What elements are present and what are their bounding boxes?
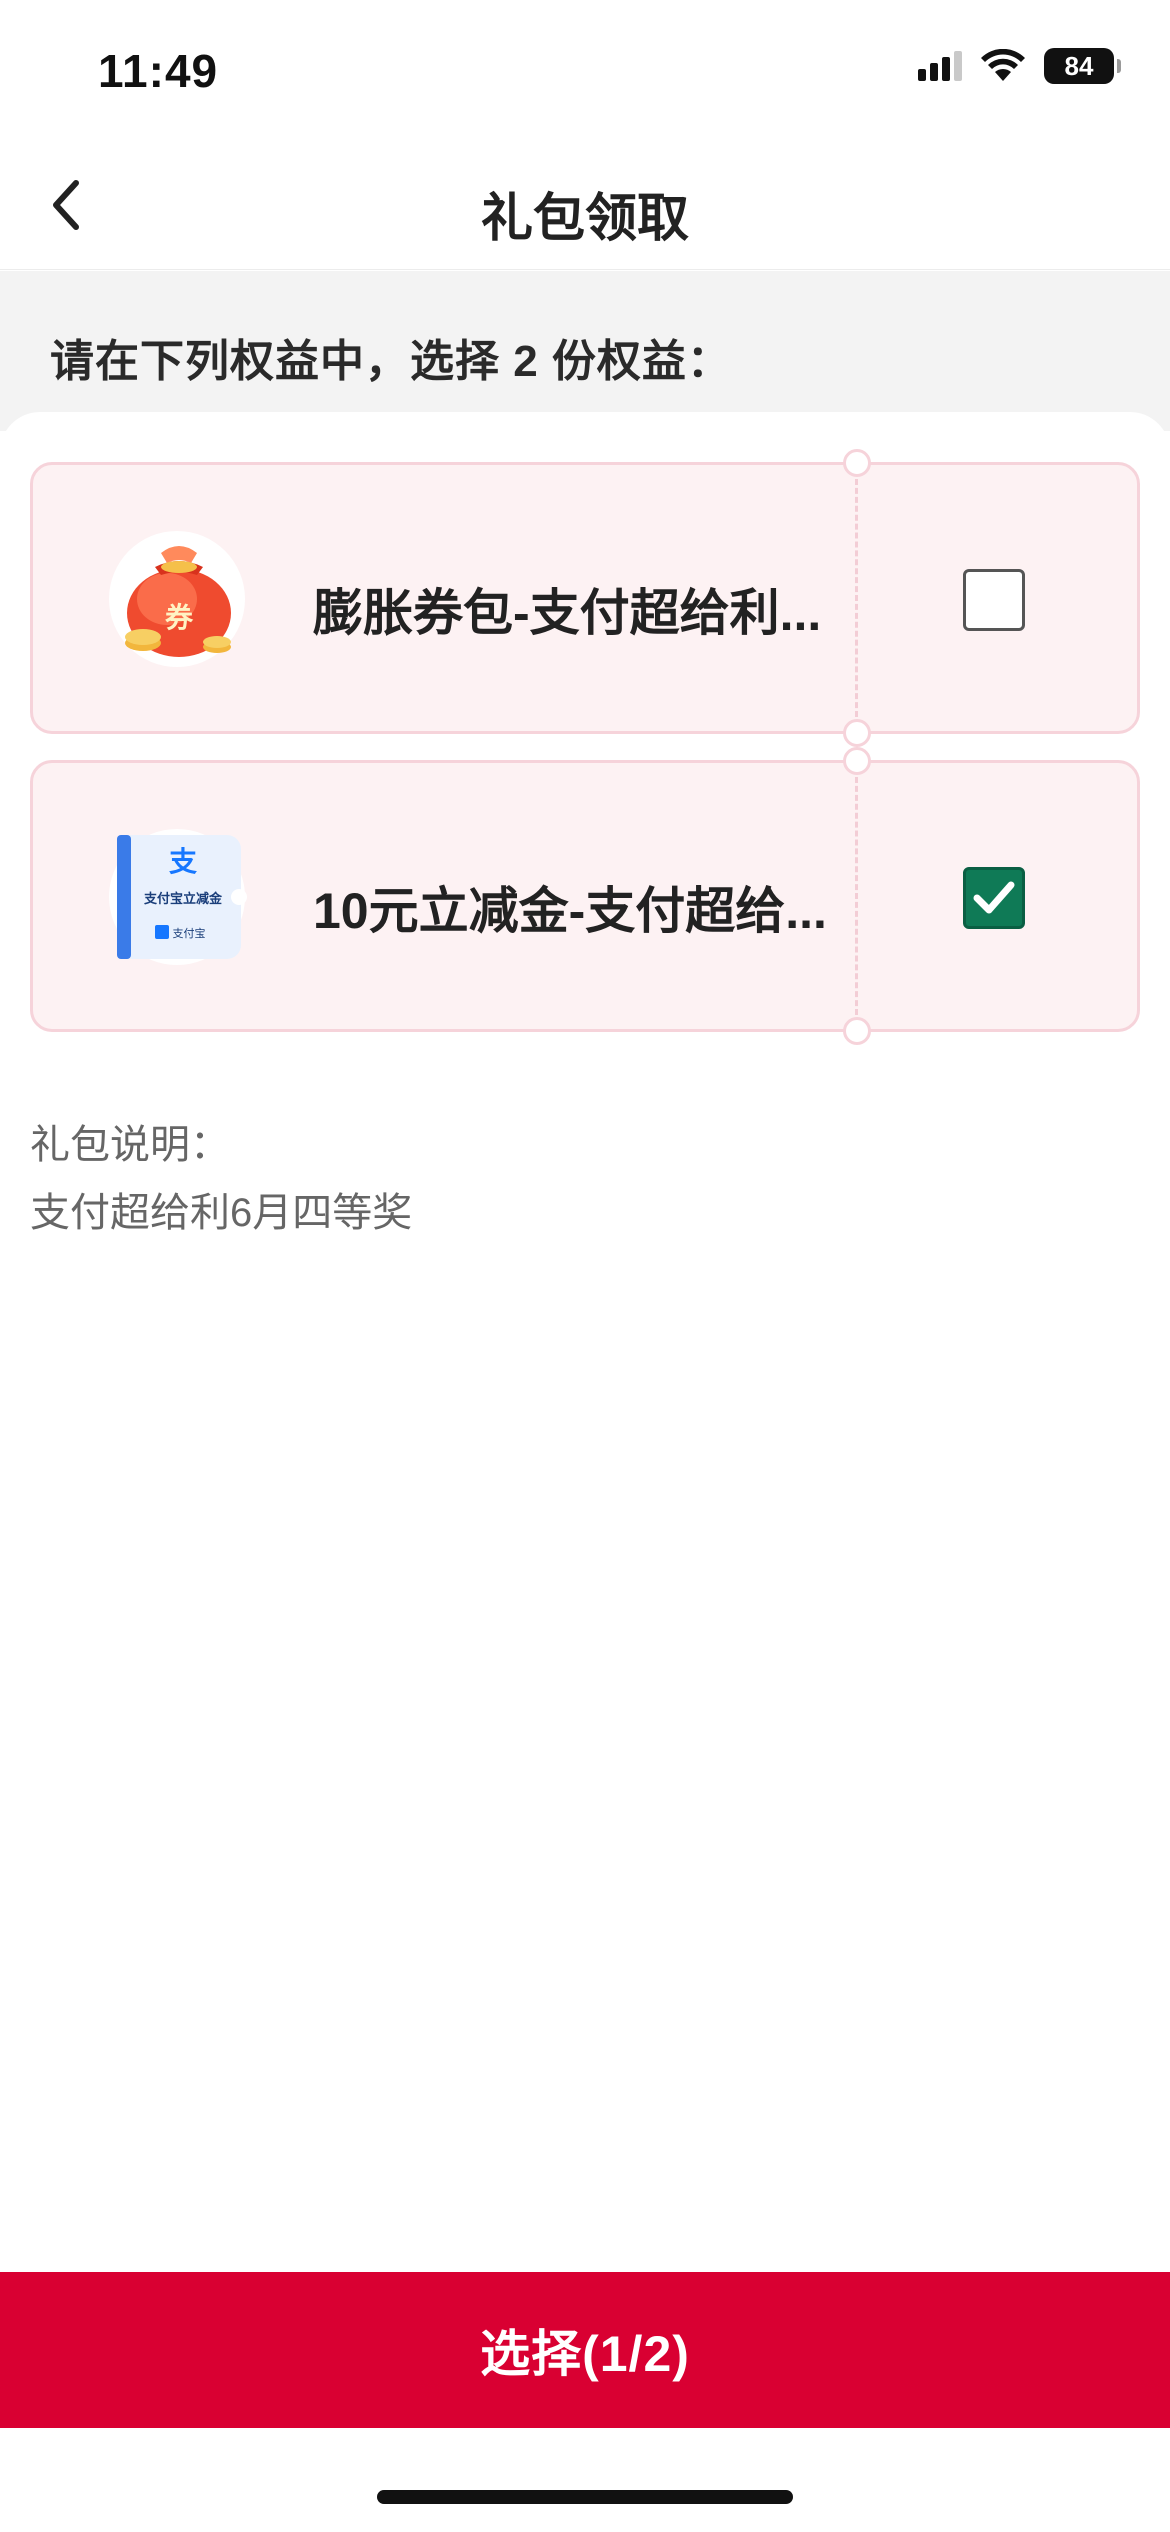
benefit-list: 券 膨胀券包-支付超给利... 支 支付宝立减金 支付宝 10元立减金-支付超给… [0, 412, 1170, 2272]
benefit-checkbox[interactable] [963, 867, 1025, 929]
status-bar: 11:49 84 [0, 0, 1170, 140]
benefit-label: 膨胀券包-支付超给利... [313, 585, 822, 641]
coupon-bag-icon: 券 [105, 529, 255, 669]
ticket-notch [843, 1017, 871, 1045]
ticket-divider [855, 777, 858, 1015]
hint-area: 请在下列权益中，选择 2 份权益： [0, 271, 1170, 431]
page-title: 礼包领取 [480, 190, 689, 248]
ticket-divider [855, 479, 858, 717]
select-button[interactable]: 选择(1/2) [0, 2272, 1170, 2428]
status-icons: 84 [918, 48, 1121, 84]
hint-text: 请在下列权益中，选择 2 份权益： [50, 337, 732, 386]
wifi-icon [980, 49, 1026, 83]
alipay-voucher-icon: 支 支付宝立减金 支付宝 [105, 827, 255, 967]
status-time: 11:49 [98, 45, 219, 97]
coupon-bag-icon-text: 券 [165, 601, 194, 634]
voucher-icon-text: 支付宝立减金 [143, 891, 223, 907]
ticket-notch [843, 747, 871, 775]
alipay-logo-text: 支 [169, 845, 197, 878]
checkmark-icon [973, 881, 1015, 914]
gift-description-text: 支付超给利6月四等奖 [30, 1191, 413, 1235]
home-indicator[interactable] [377, 2490, 793, 2504]
page: 11:49 84 礼包领取 请在下列权益中，选择 2 份权益： 券 膨胀券包-支… [0, 0, 1170, 2532]
benefit-label: 10元立减金-支付超给... [313, 883, 827, 939]
gift-description-title: 礼包说明： [30, 1123, 230, 1167]
alipay-brand-text: 支付宝 [173, 926, 206, 940]
battery-level: 84 [1064, 50, 1094, 81]
benefit-checkbox[interactable] [963, 569, 1025, 631]
ticket-notch [843, 449, 871, 477]
benefit-item-voucher[interactable]: 支 支付宝立减金 支付宝 10元立减金-支付超给... [30, 747, 1140, 1045]
battery-icon: 84 [1044, 48, 1121, 84]
nav-bar: 礼包领取 [0, 140, 1170, 270]
signal-icon [918, 51, 962, 81]
ticket-notch [843, 719, 871, 747]
benefit-item-coupon-bag[interactable]: 券 膨胀券包-支付超给利... [30, 449, 1140, 747]
